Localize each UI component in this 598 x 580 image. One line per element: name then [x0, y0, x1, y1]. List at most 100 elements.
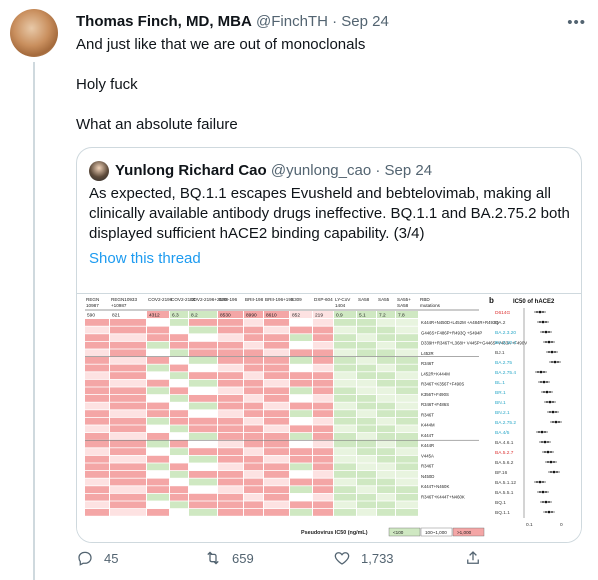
- table-cell: [85, 509, 109, 516]
- table-cell: [396, 379, 418, 387]
- table-cell: [290, 478, 312, 486]
- table-cell: [218, 440, 243, 448]
- table-cell: [357, 349, 376, 357]
- table-cell: [189, 372, 217, 379]
- table-cell: [244, 501, 263, 509]
- table-cell: [290, 364, 312, 372]
- mutation-label-11: K444T: [421, 433, 434, 438]
- table-cell: [218, 448, 243, 455]
- reply-button[interactable]: 45: [76, 549, 118, 567]
- table-cell: [313, 493, 333, 501]
- variant-point-13: [543, 440, 547, 444]
- share-button[interactable]: [464, 549, 492, 567]
- table-cell: [170, 493, 188, 501]
- variant-point-c-18: [545, 491, 547, 493]
- table-cell: [334, 463, 356, 471]
- tweet-header: Thomas Finch, MD, MBA @FinchTH · Sep 24: [76, 13, 389, 31]
- table-cell: [264, 395, 289, 402]
- table-cell: [85, 341, 109, 349]
- table-cell: [396, 410, 418, 417]
- quoted-author-handle: @yunlong_cao: [270, 162, 372, 179]
- variant-label-0: D614G: [495, 310, 510, 316]
- table-cell: [110, 478, 146, 486]
- like-count: 1,733: [361, 550, 394, 566]
- table-cell: [147, 349, 169, 357]
- table-cell: [334, 493, 356, 501]
- variant-point-7: [542, 380, 546, 384]
- table-cell: [218, 357, 243, 364]
- tweet-date[interactable]: Sep 24: [341, 13, 389, 30]
- table-cell: [110, 463, 146, 471]
- table-cell: [377, 501, 395, 509]
- table-cell: [290, 463, 312, 471]
- top-row-value-0: 590: [87, 313, 95, 319]
- table-cell: [110, 425, 146, 433]
- table-cell: [170, 349, 188, 357]
- table-cell: [170, 425, 188, 433]
- thread-line: [33, 62, 35, 580]
- table-cell: [110, 448, 146, 455]
- table-cell: [244, 334, 263, 341]
- table-cell: [264, 379, 289, 387]
- mutation-label-13: V445A: [421, 453, 434, 458]
- table-cell: [377, 387, 395, 395]
- table-cell: [290, 440, 312, 448]
- table-cell: [290, 357, 312, 364]
- variant-point-c-4: [554, 351, 556, 353]
- table-cell: [218, 471, 243, 478]
- table-cell: [147, 509, 169, 516]
- table-cell: [290, 486, 312, 493]
- mutation-label-17: R346T+K444T+N460K: [421, 494, 465, 499]
- quoted-tweet[interactable]: Yunlong Richard Cao @yunlong_cao · Sep 2…: [76, 147, 582, 543]
- table-cell: [264, 364, 289, 372]
- like-button[interactable]: 1,733: [333, 549, 394, 567]
- mutation-label-0: K444R+N450D+L452M +A484R+R493Q: [421, 320, 499, 325]
- table-cell: [334, 372, 356, 379]
- table-cell: [377, 417, 395, 425]
- table-cell: [170, 471, 188, 478]
- variant-point-b-5: [551, 361, 553, 363]
- table-cell: [147, 379, 169, 387]
- table-cell: [218, 341, 243, 349]
- table-cell: [313, 440, 333, 448]
- table-cell: [377, 341, 395, 349]
- table-header-2: COV2-2196: [148, 297, 173, 302]
- table-cell: [357, 433, 376, 440]
- table-cell: [218, 395, 243, 402]
- author-avatar[interactable]: [10, 9, 58, 57]
- table-cell: [290, 341, 312, 349]
- table-cell: [85, 357, 109, 364]
- variant-point-5: [553, 360, 557, 364]
- table-cell: [110, 501, 146, 509]
- table-cell: [290, 410, 312, 417]
- author-handle[interactable]: @FinchTH: [256, 13, 328, 30]
- legend-label-2: >1,000: [457, 530, 472, 535]
- table-cell: [357, 501, 376, 509]
- quoted-figure-image[interactable]: REGN 10987 REGN10933 +10987 COV2-2196 COV2-21…: [77, 293, 581, 542]
- table-cell: [357, 364, 376, 372]
- table-cell: [264, 509, 289, 516]
- table-cell: [264, 357, 289, 364]
- share-icon: [467, 551, 479, 564]
- table-cell: [377, 402, 395, 410]
- table-cell: [396, 364, 418, 372]
- table-header-6: BRII-198: [245, 297, 264, 302]
- show-thread-link[interactable]: Show this thread: [89, 250, 201, 267]
- table-cell: [290, 433, 312, 440]
- mutation-label-9: R346T: [421, 412, 434, 417]
- variant-point-17: [538, 480, 542, 484]
- table-cell: [377, 440, 395, 448]
- variant-point-c-14: [550, 451, 552, 453]
- retweet-button[interactable]: 659: [204, 549, 254, 567]
- variant-point-b-6: [537, 371, 539, 373]
- variant-point-c-5: [557, 361, 559, 363]
- table-header-10-b: 1404: [335, 303, 346, 308]
- top-row-value-8: 852: [292, 313, 300, 319]
- table-cell: [396, 417, 418, 425]
- table-cell: [334, 478, 356, 486]
- more-options-icon[interactable]: •••: [567, 14, 586, 31]
- legend-label-1: 100~1,000: [425, 530, 447, 535]
- quoted-date: Sep 24: [384, 162, 433, 179]
- author-name[interactable]: Thomas Finch, MD, MBA: [76, 13, 252, 30]
- variant-label-12: BA.4/5: [495, 430, 510, 436]
